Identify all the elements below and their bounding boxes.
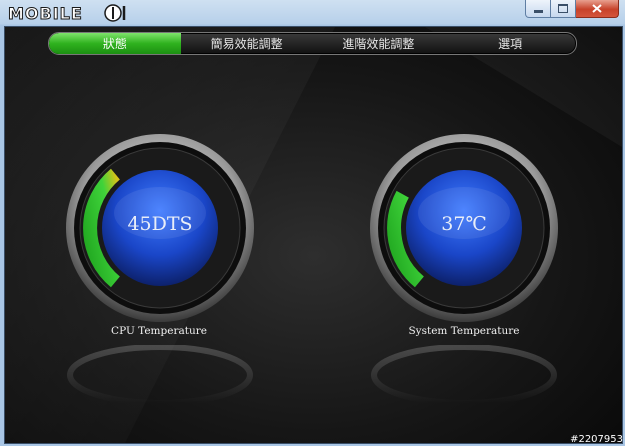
cpu-temperature-gauge: 45DTS xyxy=(63,131,257,325)
system-temperature-gauge: 37℃ xyxy=(367,131,561,325)
svg-text:MOBILE: MOBILE xyxy=(8,4,83,23)
watermark: #2207953 xyxy=(570,434,623,445)
close-icon xyxy=(592,4,602,13)
tab-advanced-performance[interactable]: 進階效能調整 xyxy=(313,33,445,54)
maximize-button[interactable] xyxy=(551,0,576,18)
main-panel: 狀態 簡易效能調整 進階效能調整 選項 45DTS CPU Temperatur… xyxy=(4,26,623,444)
nav-tabs: 狀態 簡易效能調整 進階效能調整 選項 xyxy=(48,32,577,55)
cpu-temperature-value: 45DTS xyxy=(127,213,193,235)
minimize-button[interactable] xyxy=(525,0,551,18)
system-temperature-value: 37℃ xyxy=(441,213,487,235)
close-button[interactable] xyxy=(576,0,619,18)
mobile01-logo: MOBILE xyxy=(8,4,126,23)
minimize-icon xyxy=(533,9,543,13)
gauge-reflections xyxy=(67,345,557,406)
cpu-temperature-label: CPU Temperature xyxy=(111,325,207,337)
title-bar[interactable]: MOBILE xyxy=(0,0,625,26)
maximize-icon xyxy=(558,4,568,13)
tab-simple-performance[interactable]: 簡易效能調整 xyxy=(181,33,313,54)
system-temperature-label: System Temperature xyxy=(408,325,520,337)
tab-options[interactable]: 選項 xyxy=(444,33,576,54)
tab-status[interactable]: 狀態 xyxy=(49,33,181,54)
app-window: MOBILE 狀態 簡易效能調整 進階效能調整 選項 45DTS CPU Tem… xyxy=(0,0,625,446)
